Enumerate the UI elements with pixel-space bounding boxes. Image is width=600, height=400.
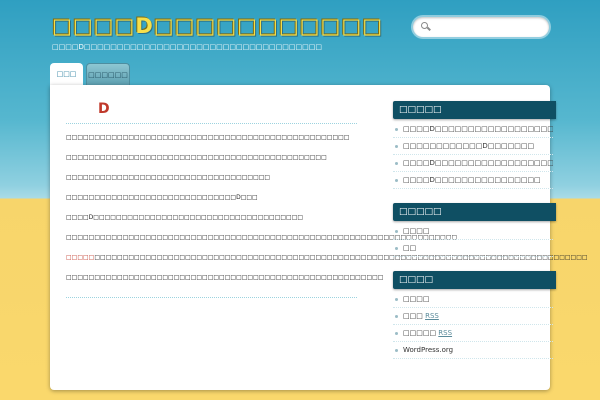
sidebar-item-recent[interactable]: □□□□D□□□□□□□□□□□□□□□□□□ [393, 155, 553, 172]
post-paragraph: □□□□D□□□□□□□□□□□□□□□□□□□□□□□□□□□□□□□□□□□… [66, 214, 304, 221]
sidebar-item-meta[interactable]: □□□□□ RSS [393, 325, 553, 342]
divider [66, 123, 357, 124]
meta-link-text: □□□□ [403, 295, 430, 303]
tab-home[interactable]: □□□ [50, 63, 83, 85]
widget-recent-posts: □□□□□ □□□□D□□□□□□□□□□□□□□□□□□ □□□□ □□□□□□… [393, 101, 556, 189]
meta-link-text: WordPress.org [403, 346, 454, 354]
site-description: □□□□D□□□□□□□□□□□□□□□□□□□□□□□□□□□□□□□□□□□… [52, 43, 322, 51]
post-paragraph: □□□□□□□□□□□□□□□□□□□□□□□□□□□□□□□□□□□□□□□□… [66, 274, 384, 281]
post-paragraph: □□□□□□□□□□□□□□□□□□□□□□□□□□□□□□□□□□□□□□□□… [66, 154, 327, 161]
widget-title: □□□□□ [393, 203, 556, 221]
sidebar: □□□□□ □□□□D□□□□□□□□□□□□□□□□□□ □□□□ □□□□□□… [393, 101, 556, 373]
nav-tabs: □□□ □□□□□□ [50, 63, 130, 85]
search-icon [421, 22, 431, 32]
sidebar-item-recent[interactable]: □□□□□□□□□□□□D□□□□□□□ [393, 138, 553, 155]
meta-link-text: □□□ [403, 312, 426, 320]
post-body: □□□□□□□□□□□□□□□□□□□□□□□□□□□□□□□□□□□□□□□□… [66, 133, 588, 283]
site-title[interactable]: □□□□D□□□□□□□□□□□ [52, 14, 383, 38]
post-paragraph: □□□□□□□□□□□□□□□□□□□□□□□□□□□□□□□□□□□□□□□□… [66, 234, 458, 241]
widget-meta: □□□□ □□□□ □□□ RSS □□□□□ RSS WordPress.or… [393, 271, 556, 359]
meta-link-text: □□□□□ [403, 329, 439, 337]
post: D □□□□□□□□□□□□□□□□□□□□□□□□□□□□□□□□□□□□□□… [66, 85, 588, 298]
widget-categories: □□□□□ □□□□ □□ [393, 203, 556, 257]
post-paragraph: □□□□□□□□□□□□□□□□□□□□□□□□□□□□□□D□□□ [66, 194, 258, 201]
highlight-text[interactable]: □□□□□ [66, 254, 94, 261]
sidebar-item-recent[interactable]: □□□□D□□□□□□□□□□□□□□□□ [393, 172, 553, 189]
rss-link[interactable]: RSS [425, 312, 439, 320]
widget-title: □□□□ [393, 271, 556, 289]
post-title[interactable]: D [98, 101, 357, 117]
widget-title: □□□□□ [393, 101, 556, 119]
sidebar-item-recent[interactable]: □□□□D□□□□□□□□□□□□□□□□□□□□□□ [393, 121, 553, 138]
sidebar-item-category[interactable]: □□□□ [393, 223, 553, 240]
rss-link[interactable]: RSS [438, 329, 452, 337]
post-paragraph: □□□□□□□□□□□□□□□□□□□□□□□□□□□□□□□□□□□□ [66, 174, 271, 181]
content-panel: D □□□□□□□□□□□□□□□□□□□□□□□□□□□□□□□□□□□□□□… [50, 85, 588, 390]
divider [66, 297, 357, 298]
search-box[interactable] [413, 17, 549, 37]
search-input[interactable] [435, 20, 539, 34]
sidebar-item-meta[interactable]: □□□ RSS [393, 308, 553, 325]
sidebar-item-category[interactable]: □□ [393, 240, 553, 257]
sidebar-item-meta[interactable]: WordPress.org [393, 342, 553, 359]
post-paragraph-highlight: □□□□□□□□□□□□□□□□□□□□□□□□□□□□□□□□□□□□□□□□… [66, 253, 588, 263]
post-paragraph: □□□□□□□□□□□□□□□□□□□□□□□□□□□□□□□□□□□□□□□□… [66, 134, 350, 141]
sidebar-item-meta[interactable]: □□□□ [393, 291, 553, 308]
tab-page[interactable]: □□□□□□ [86, 63, 130, 85]
